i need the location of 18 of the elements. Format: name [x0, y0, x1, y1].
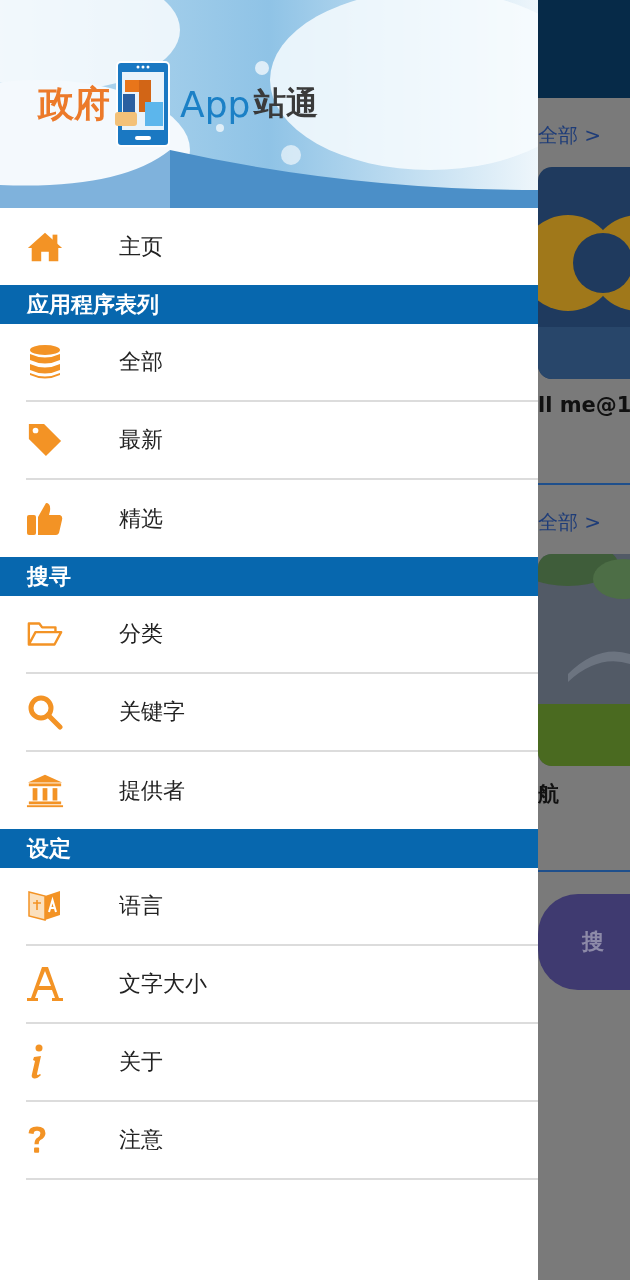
- thumbs-up-icon: [26, 500, 64, 537]
- menu-item[interactable]: 全部: [26, 324, 538, 402]
- card-title: ll me@1: [538, 393, 630, 419]
- section-header: 设定: [0, 829, 538, 868]
- menu-item[interactable]: 提供者: [26, 752, 538, 829]
- section-header: 搜寻: [0, 557, 538, 596]
- menu-item[interactable]: 关键字: [26, 674, 538, 752]
- search-icon: [26, 694, 64, 730]
- menu-item[interactable]: 文字大小: [26, 946, 538, 1024]
- letter-icon: [26, 966, 64, 1002]
- menu-item[interactable]: 语言: [26, 868, 538, 946]
- section-header: 应用程序表列: [0, 285, 538, 324]
- tag-icon: [26, 422, 64, 458]
- menu-item[interactable]: 精选: [26, 480, 538, 557]
- card-title: 航: [538, 781, 559, 808]
- bank-icon: [26, 772, 64, 809]
- menu-item[interactable]: 最新: [26, 402, 538, 480]
- menu-item[interactable]: 主页: [26, 208, 538, 285]
